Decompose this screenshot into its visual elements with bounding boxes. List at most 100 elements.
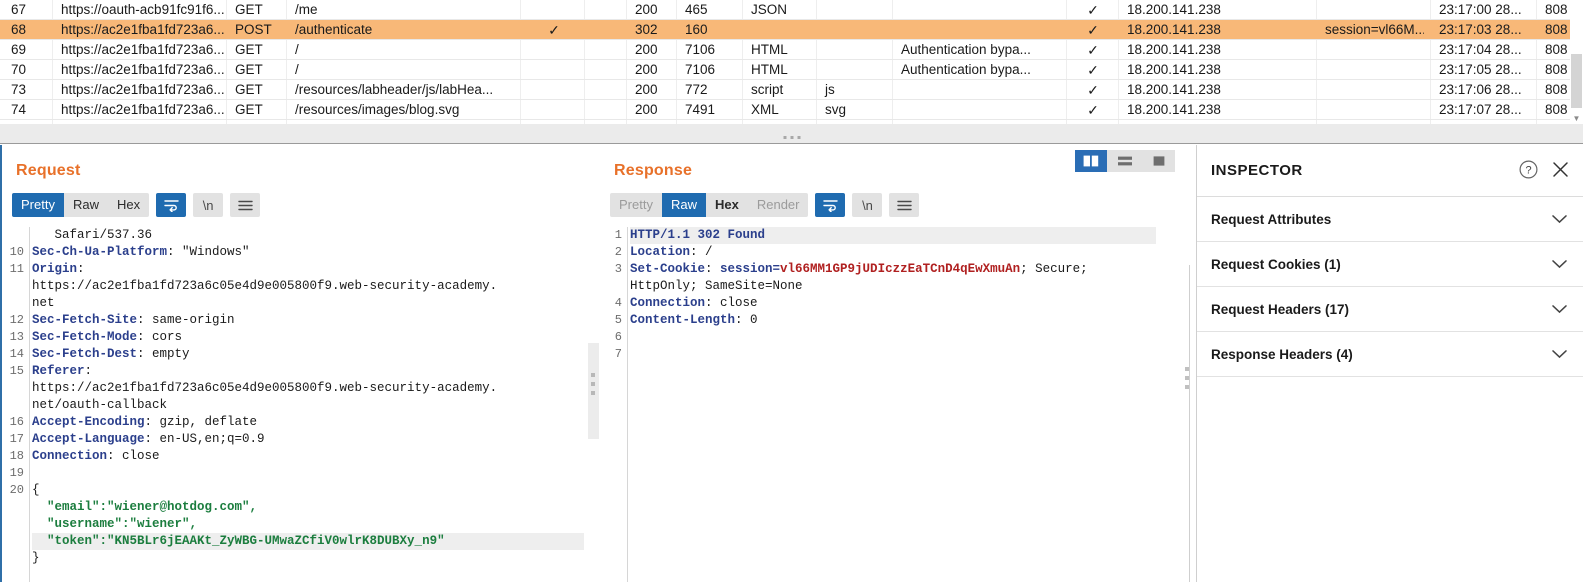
code-line <box>630 329 1156 346</box>
code-token-hdr: Set-Cookie <box>630 262 705 276</box>
request-response-splitter[interactable] <box>586 145 600 582</box>
scrollbar-thumb[interactable] <box>1571 54 1582 108</box>
code-token-val: net/oauth-callback <box>32 398 167 412</box>
cell-edited <box>524 40 584 60</box>
request-editor[interactable]: 1011121314151617181920 Safari/537.36Sec-… <box>2 227 588 582</box>
response-tab-hex[interactable]: Hex <box>706 193 748 217</box>
inspector-section-request-attributes[interactable]: Request Attributes <box>1197 197 1583 242</box>
response-code-text[interactable]: HTTP/1.1 302 FoundLocation: /Set-Cookie:… <box>630 227 1156 582</box>
cell-url: /resources/images/blog.svg <box>290 100 520 120</box>
table-row[interactable]: 68https://ac2e1fba1fd723a6...POST/authen… <box>0 20 1583 40</box>
chevron-down-icon[interactable] <box>1552 302 1567 317</box>
cell-mime: HTML <box>746 60 808 80</box>
cell-time: 23:17:06 28... <box>1434 80 1538 100</box>
layout-toggle-group <box>1075 150 1175 172</box>
cell-mime: JSON <box>746 0 808 20</box>
request-newline-toggle[interactable]: \n <box>193 193 223 217</box>
cell-ip: 18.200.141.238 <box>1122 60 1272 80</box>
request-wrap-lines-icon[interactable] <box>156 193 186 217</box>
close-icon[interactable] <box>1552 161 1569 181</box>
scroll-down-arrow[interactable]: ▼ <box>1570 113 1583 124</box>
history-vertical-scrollbar[interactable]: ▼ <box>1570 0 1583 124</box>
code-token-val: : <box>77 262 85 276</box>
cell-cookies: session=vl66M... <box>1320 20 1424 40</box>
cell-length: 160 <box>680 20 732 40</box>
response-editor-edge <box>1160 227 1175 582</box>
inspector-header: INSPECTOR ? <box>1197 145 1583 197</box>
request-tab-pretty[interactable]: Pretty <box>12 193 64 217</box>
code-token-val: } <box>32 551 40 565</box>
response-toolbar: PrettyRawHexRender \n <box>610 193 919 217</box>
cell-ext <box>820 20 890 40</box>
help-icon[interactable]: ? <box>1519 160 1538 182</box>
table-row[interactable]: 70https://ac2e1fba1fd723a6...GET/2007106… <box>0 60 1583 80</box>
cell-edited <box>524 0 584 20</box>
line-number: 15 <box>2 363 28 380</box>
response-tab-raw[interactable]: Raw <box>662 193 706 217</box>
cell-cookies <box>1320 40 1424 60</box>
table-row[interactable]: 73https://ac2e1fba1fd723a6...GET/resourc… <box>0 80 1583 100</box>
table-row[interactable]: 74https://ac2e1fba1fd723a6...GET/resourc… <box>0 100 1583 120</box>
cell-status: 200 <box>630 60 674 80</box>
stacked-layout-icon[interactable] <box>1109 150 1141 172</box>
code-token-val: : cors <box>137 330 182 344</box>
table-row[interactable]: 67https://oauth-acb91fc91f6...GET/me2004… <box>0 0 1583 20</box>
code-token-val: : / <box>690 245 713 259</box>
cell-url: /resources/labheader/js/labHea... <box>290 80 520 100</box>
code-token-ckname: session= <box>720 262 780 276</box>
inspector-section-request-cookies-1[interactable]: Request Cookies (1) <box>1197 242 1583 287</box>
code-token-ckval: vl66MM1GP9jUDIczzEaTCnD4qEwXmuAn <box>780 262 1020 276</box>
request-panel-title: Request <box>16 162 81 180</box>
cell-edited: ✓ <box>524 20 584 40</box>
request-tab-hex[interactable]: Hex <box>108 193 149 217</box>
code-line: Set-Cookie: session=vl66MM1GP9jUDIczzEaT… <box>630 261 1156 278</box>
side-by-side-layout-icon[interactable] <box>1075 150 1107 172</box>
code-line: Referer: <box>32 363 584 380</box>
code-token-val: : close <box>107 449 160 463</box>
code-line: Accept-Encoding: gzip, deflate <box>32 414 584 431</box>
response-editor[interactable]: 1234567 HTTP/1.1 302 FoundLocation: /Set… <box>600 227 1160 582</box>
response-gutter-divider <box>627 227 628 582</box>
response-menu-icon[interactable] <box>889 193 919 217</box>
code-token-val: { <box>32 483 40 497</box>
chevron-down-icon[interactable] <box>1552 212 1567 227</box>
code-token-val: https://ac2e1fba1fd723a6c05e4d9e005800f9… <box>32 279 497 293</box>
response-view-tabs[interactable]: PrettyRawHexRender <box>610 193 808 217</box>
single-pane-layout-icon[interactable] <box>1143 150 1175 172</box>
request-tab-raw[interactable]: Raw <box>64 193 108 217</box>
table-row[interactable]: 69https://ac2e1fba1fd723a6...GET/2007106… <box>0 40 1583 60</box>
cell-status: 200 <box>630 80 674 100</box>
response-newline-toggle[interactable]: \n <box>852 193 882 217</box>
code-line <box>32 465 584 482</box>
request-code-text[interactable]: Safari/537.36Sec-Ch-Ua-Platform: "Window… <box>32 227 584 582</box>
code-line: https://ac2e1fba1fd723a6c05e4d9e005800f9… <box>32 380 584 397</box>
cell-url: / <box>290 60 520 80</box>
request-view-tabs[interactable]: PrettyRawHex <box>12 193 149 217</box>
horizontal-splitter[interactable] <box>0 124 1583 144</box>
cell-url: / <box>290 40 520 60</box>
request-menu-icon[interactable] <box>230 193 260 217</box>
line-number: 12 <box>2 312 28 329</box>
chevron-down-icon[interactable] <box>1552 347 1567 362</box>
cell-time: 23:17:00 28... <box>1434 0 1538 20</box>
chevron-down-icon[interactable] <box>1552 257 1567 272</box>
inspector-sections: Request AttributesRequest Cookies (1)Req… <box>1197 197 1583 377</box>
cell-tls: ✓ <box>1070 0 1116 20</box>
cell-cookies <box>1320 100 1424 120</box>
inspector-section-label: Response Headers (4) <box>1211 347 1353 362</box>
cell-host: https://ac2e1fba1fd723a6... <box>56 40 226 60</box>
cell-ip: 18.200.141.238 <box>1122 0 1272 20</box>
response-tab-render[interactable]: Render <box>748 193 809 217</box>
response-tab-pretty[interactable]: Pretty <box>610 193 662 217</box>
line-number: 11 <box>2 261 28 278</box>
line-number: 5 <box>600 312 626 329</box>
cell-id: 70 <box>6 60 50 80</box>
code-token-hdr: Sec-Fetch-Mode <box>32 330 137 344</box>
response-wrap-lines-icon[interactable] <box>815 193 845 217</box>
inspector-section-response-headers-4[interactable]: Response Headers (4) <box>1197 332 1583 377</box>
code-token-hdr: Accept-Encoding <box>32 415 145 429</box>
line-number: 14 <box>2 346 28 363</box>
inspector-section-request-headers-17[interactable]: Request Headers (17) <box>1197 287 1583 332</box>
proxy-history-table[interactable]: 67https://oauth-acb91fc91f6...GET/me2004… <box>0 0 1583 124</box>
cell-id: 67 <box>6 0 50 20</box>
